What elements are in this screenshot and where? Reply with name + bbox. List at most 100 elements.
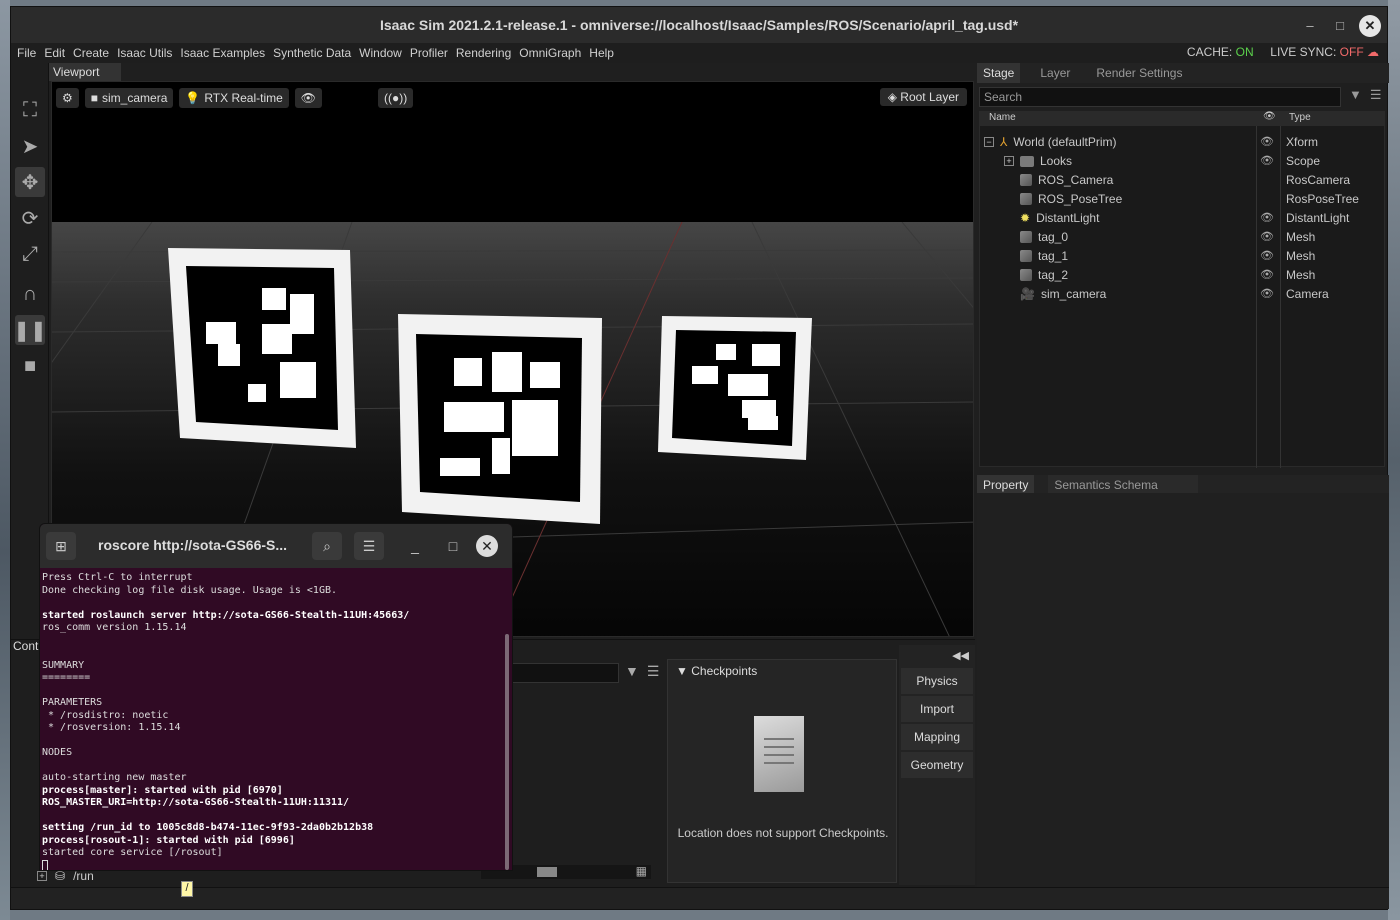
- snap-magnet-icon[interactable]: ∩: [15, 279, 45, 309]
- filter-icon[interactable]: ▼: [1349, 87, 1362, 103]
- collapse-icon[interactable]: −: [984, 137, 994, 147]
- eye-icon[interactable]: 👁: [1260, 268, 1274, 281]
- camera-selector[interactable]: ■ sim_camera: [84, 88, 174, 108]
- minimize-icon[interactable]: _: [400, 532, 430, 560]
- renderer-selector[interactable]: 💡 RTX Real-time: [179, 88, 289, 108]
- prim-name: sim_camera: [1040, 287, 1107, 301]
- terminal-titlebar[interactable]: ⊞ roscore http://sota-GS66-S... ⌕ ☰ _ □ …: [40, 524, 512, 568]
- property-tabs: Property Semantics Schema Editor: [977, 475, 1389, 506]
- prim-name: tag_1: [1038, 249, 1069, 263]
- menu-icon[interactable]: ☰: [647, 663, 660, 680]
- menu-help[interactable]: Help: [585, 46, 618, 60]
- move-icon[interactable]: ✥: [15, 167, 45, 197]
- camera-name: sim_camera: [102, 91, 168, 105]
- stage-row-distant-light[interactable]: ✹ DistantLight 👁 DistantLight: [980, 209, 1386, 228]
- stage-row-tag-2[interactable]: tag_2 👁 Mesh: [980, 266, 1386, 285]
- eye-icon[interactable]: 👁: [1260, 135, 1274, 148]
- filter-icon[interactable]: ▼: [625, 663, 639, 680]
- stage-row-ros-camera[interactable]: ROS_Camera RosCamera: [980, 171, 1386, 190]
- eye-icon[interactable]: 👁: [1260, 211, 1274, 224]
- eye-icon[interactable]: 👁: [1260, 230, 1274, 243]
- stage-row-tag-1[interactable]: tag_1 👁 Mesh: [980, 247, 1386, 266]
- terminal-line: setting /run_id to 1005c8d8-b474-11ec-9f…: [42, 822, 374, 833]
- expand-icon[interactable]: +: [1004, 156, 1014, 166]
- menu-edit[interactable]: Edit: [40, 46, 69, 60]
- menu-synthetic-data[interactable]: Synthetic Data: [269, 46, 355, 60]
- grid-view-icon[interactable]: ▦: [636, 864, 647, 878]
- search-icon[interactable]: ⌕: [312, 532, 342, 560]
- stage-row-looks[interactable]: + Looks 👁 Scope: [980, 152, 1386, 171]
- menu-file[interactable]: File: [13, 46, 40, 60]
- tab-layer[interactable]: Layer: [1034, 63, 1076, 83]
- desktop-background-left: [0, 0, 10, 920]
- terminal-window[interactable]: ⊞ roscore http://sota-GS66-S... ⌕ ☰ _ □ …: [39, 523, 513, 871]
- path-label: /run: [73, 869, 94, 883]
- menu-create[interactable]: Create: [69, 46, 113, 60]
- live-sync-value[interactable]: OFF: [1340, 45, 1364, 59]
- terminal-scrollbar[interactable]: [505, 634, 509, 870]
- content-filter-input[interactable]: [511, 663, 619, 683]
- mapping-button[interactable]: Mapping: [901, 724, 973, 750]
- eye-icon[interactable]: 👁: [1260, 287, 1274, 300]
- expand-icon[interactable]: +: [37, 871, 47, 881]
- prim-cube-icon: [1020, 193, 1032, 205]
- menu-icon[interactable]: ☰: [1370, 87, 1382, 103]
- stage-row-ros-posetree[interactable]: ROS_PoseTree RosPoseTree: [980, 190, 1386, 209]
- content-tab[interactable]: Cont: [13, 639, 38, 653]
- collapse-arrows-icon[interactable]: ◀◀: [899, 645, 975, 666]
- select-arrow-icon[interactable]: ➤: [15, 131, 45, 161]
- checkpoints-header[interactable]: ▼ Checkpoints: [668, 660, 896, 682]
- close-icon[interactable]: ✕: [1359, 15, 1381, 37]
- stage-row-tag-0[interactable]: tag_0 👁 Mesh: [980, 228, 1386, 247]
- pause-icon[interactable]: ❚❚: [13, 315, 47, 345]
- stage-row-world[interactable]: − ⅄ World (defaultPrim) 👁 Xform: [980, 133, 1386, 152]
- stage-row-sim-camera[interactable]: 🎥 sim_camera 👁 Camera: [980, 285, 1386, 304]
- terminal-line: * /rosdistro: noetic: [42, 709, 169, 721]
- broadcast-icon[interactable]: ((●)): [378, 88, 414, 108]
- menu-omnigraph[interactable]: OmniGraph: [515, 46, 585, 60]
- prim-name: ROS_Camera: [1038, 173, 1114, 187]
- eye-icon[interactable]: 👁: [1260, 154, 1274, 167]
- new-tab-icon[interactable]: ⊞: [46, 532, 76, 560]
- tag-1-marker: [398, 314, 602, 524]
- status-bar: [11, 887, 1389, 909]
- close-icon[interactable]: ✕: [476, 535, 498, 557]
- tab-semantics-schema-editor[interactable]: Semantics Schema Editor: [1048, 475, 1199, 506]
- frame-select-icon[interactable]: ⛶: [15, 95, 45, 125]
- prim-type: Xform: [1286, 135, 1319, 149]
- rotate-icon[interactable]: ⟳: [15, 203, 45, 233]
- stage-search-input[interactable]: Search: [979, 87, 1341, 107]
- tab-property[interactable]: Property: [977, 475, 1035, 493]
- maximize-icon[interactable]: □: [1329, 15, 1351, 37]
- menu-isaac-utils[interactable]: Isaac Utils: [113, 46, 176, 60]
- tab-stage[interactable]: Stage: [977, 63, 1021, 83]
- terminal-line: started core service [/rosout]: [42, 847, 223, 858]
- root-layer-button[interactable]: ◈ Root Layer: [879, 88, 967, 106]
- maximize-icon[interactable]: □: [438, 532, 468, 560]
- column-name[interactable]: Name: [989, 112, 1016, 123]
- gear-icon[interactable]: ⚙: [56, 88, 79, 108]
- content-path-row[interactable]: + ⛁ /run: [37, 869, 94, 883]
- eye-icon[interactable]: 👁: [294, 88, 323, 108]
- geometry-button[interactable]: Geometry: [901, 752, 973, 778]
- menu-profiler[interactable]: Profiler: [406, 46, 452, 60]
- import-button[interactable]: Import: [901, 696, 973, 722]
- scale-icon[interactable]: ⤢: [15, 239, 45, 269]
- stop-icon[interactable]: ■: [15, 351, 45, 381]
- terminal-output[interactable]: Press Ctrl-C to interrupt Done checking l…: [40, 568, 512, 870]
- scroll-thumb[interactable]: [537, 867, 557, 877]
- eye-icon[interactable]: 👁: [1260, 249, 1274, 262]
- menu-window[interactable]: Window: [355, 46, 406, 60]
- content-tools: ▼ ☰: [625, 663, 659, 680]
- viewport-tab[interactable]: Viewport: [49, 63, 121, 81]
- menu-rendering[interactable]: Rendering: [452, 46, 515, 60]
- minimize-icon[interactable]: –: [1299, 15, 1321, 37]
- title-bar[interactable]: Isaac Sim 2021.2.1-release.1 - omniverse…: [11, 7, 1387, 43]
- column-type[interactable]: Type: [1289, 112, 1311, 123]
- hamburger-menu-icon[interactable]: ☰: [354, 532, 384, 560]
- physics-button[interactable]: Physics: [901, 668, 973, 694]
- menu-isaac-examples[interactable]: Isaac Examples: [176, 46, 269, 60]
- cache-value[interactable]: ON: [1236, 45, 1254, 59]
- stage-tree: − ⅄ World (defaultPrim) 👁 Xform + Looks …: [979, 125, 1386, 468]
- tab-render-settings[interactable]: Render Settings: [1090, 63, 1188, 83]
